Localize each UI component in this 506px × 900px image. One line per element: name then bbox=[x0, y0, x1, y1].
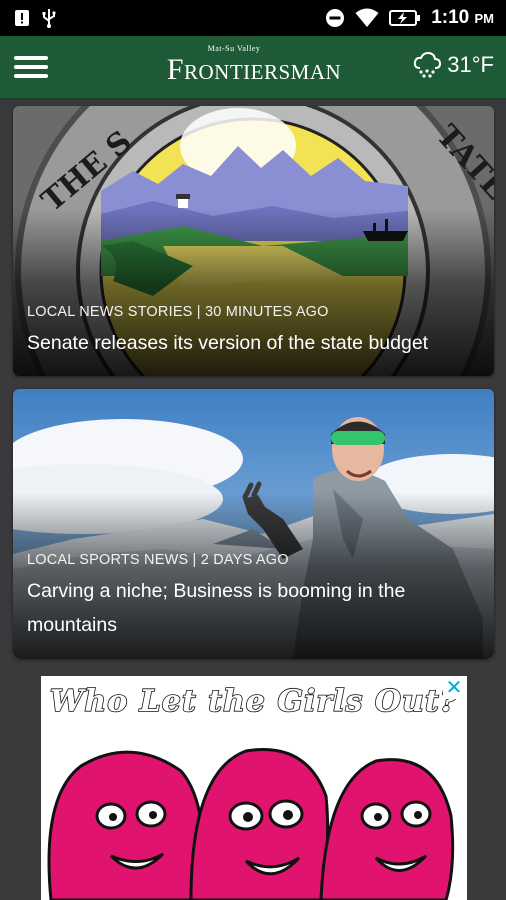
cloud-snow-icon bbox=[414, 52, 442, 78]
article-title[interactable]: Carving a niche; Business is booming in … bbox=[27, 574, 480, 642]
article-meta: LOCAL SPORTS NEWS | 2 DAYS AGO bbox=[27, 552, 289, 568]
advertisement-banner[interactable]: Who Let the Girls Out? bbox=[41, 676, 467, 900]
article-card[interactable]: LOCAL SPORTS NEWS | 2 DAYS AGO Carving a… bbox=[13, 389, 494, 659]
app-bar: Mat-Su Valley Frontiersman 31°F bbox=[0, 36, 506, 100]
frontiersman-logo[interactable]: Mat-Su Valley Frontiersman bbox=[146, 44, 362, 92]
clock-ampm: PM bbox=[474, 11, 495, 26]
wifi-icon bbox=[355, 8, 379, 27]
ad-headline: Who Let the Girls Out? bbox=[49, 683, 459, 720]
logo-wordmark-text: Frontiersman bbox=[166, 53, 342, 86]
clock: 1:10 PM bbox=[431, 7, 494, 29]
hamburger-menu-icon[interactable] bbox=[14, 53, 50, 81]
temperature: 31°F bbox=[447, 52, 494, 77]
article-meta: LOCAL NEWS STORIES | 30 MINUTES AGO bbox=[27, 304, 329, 320]
clock-time: 1:10 bbox=[431, 7, 470, 28]
alert-icon bbox=[15, 10, 29, 26]
usb-icon bbox=[42, 9, 56, 28]
weather-widget[interactable]: 31°F bbox=[413, 52, 494, 78]
close-x-icon[interactable]: ✕ bbox=[443, 677, 465, 699]
do-not-disturb-icon bbox=[326, 9, 345, 27]
article-title[interactable]: Senate releases its version of the state… bbox=[27, 326, 480, 360]
battery-charging-icon bbox=[389, 10, 421, 26]
logo-wordmark: Frontiersman bbox=[146, 54, 362, 86]
article-card[interactable]: THE S TATE LOCAL NEWS STORIES | 30 MINUT… bbox=[13, 106, 494, 376]
status-bar: 1:10 PM bbox=[0, 0, 506, 36]
